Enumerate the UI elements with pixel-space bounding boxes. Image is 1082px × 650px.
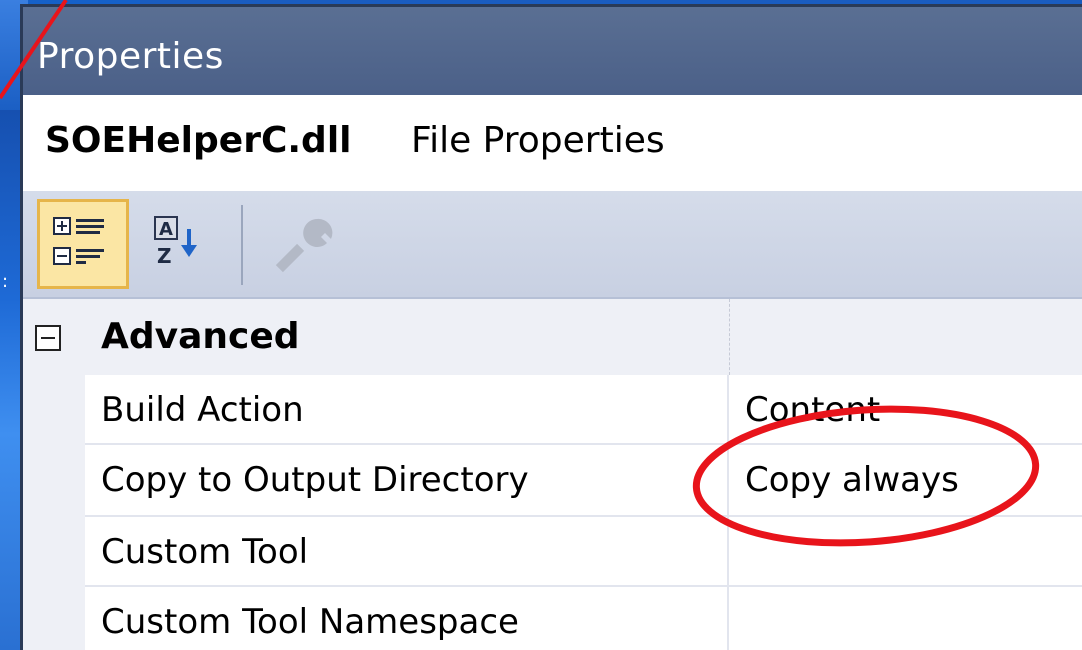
property-name-cell[interactable]: Custom Tool Namespace [85, 587, 729, 650]
file-properties-label: File Properties [411, 120, 665, 161]
window-title: Properties [37, 36, 224, 77]
row-gutter [23, 445, 85, 517]
property-value-cell[interactable] [729, 517, 1082, 587]
property-grid: Advanced Build Action Content Copy to Ou… [23, 299, 1082, 650]
categorized-icon [53, 217, 104, 265]
screenshot-stage: Properties SOEHelperC.dll File Propertie… [0, 0, 1082, 650]
property-value-cell[interactable] [729, 587, 1082, 650]
categorized-button[interactable] [37, 199, 129, 289]
property-name-cell[interactable]: Copy to Output Directory [85, 445, 729, 517]
property-name: Build Action [101, 390, 304, 430]
row-gutter [23, 375, 85, 445]
property-name-cell[interactable]: Custom Tool [85, 517, 729, 587]
property-name: Custom Tool Namespace [101, 602, 519, 642]
toolbar-separator [241, 205, 243, 285]
wrench-icon [275, 218, 333, 273]
property-row-custom-tool[interactable]: Custom Tool [23, 517, 1082, 587]
svg-text:A: A [159, 219, 173, 240]
property-value-cell[interactable]: Content [729, 375, 1082, 445]
collapse-icon[interactable] [35, 325, 61, 351]
property-name-cell[interactable]: Build Action [85, 375, 729, 445]
properties-toolbar: A Z [23, 191, 1082, 299]
property-row-custom-tool-namespace[interactable]: Custom Tool Namespace [23, 587, 1082, 650]
svg-text:Z: Z [157, 244, 172, 268]
properties-window: Properties SOEHelperC.dll File Propertie… [20, 4, 1082, 650]
file-header: SOEHelperC.dll File Properties [23, 95, 1082, 191]
file-name: SOEHelperC.dll [45, 120, 352, 161]
row-gutter [23, 587, 85, 650]
column-divider [729, 299, 731, 375]
property-name: Custom Tool [101, 532, 309, 572]
desktop-text-fragment: : [2, 271, 9, 292]
title-bar[interactable]: Properties [23, 7, 1082, 95]
row-gutter [23, 517, 85, 587]
property-value-cell[interactable]: Copy always [729, 445, 1082, 517]
property-row-build-action[interactable]: Build Action Content [23, 375, 1082, 445]
category-advanced[interactable]: Advanced [23, 299, 1082, 375]
alphabetical-button[interactable]: A Z [141, 199, 233, 289]
property-value: Copy always [745, 460, 959, 500]
alphabetical-sort-icon: A Z [154, 216, 197, 268]
property-value: Content [745, 390, 881, 430]
property-pages-button[interactable] [259, 199, 351, 289]
property-row-copy-to-output[interactable]: Copy to Output Directory Copy always [23, 445, 1082, 517]
category-label: Advanced [101, 316, 300, 357]
property-name: Copy to Output Directory [101, 460, 529, 500]
